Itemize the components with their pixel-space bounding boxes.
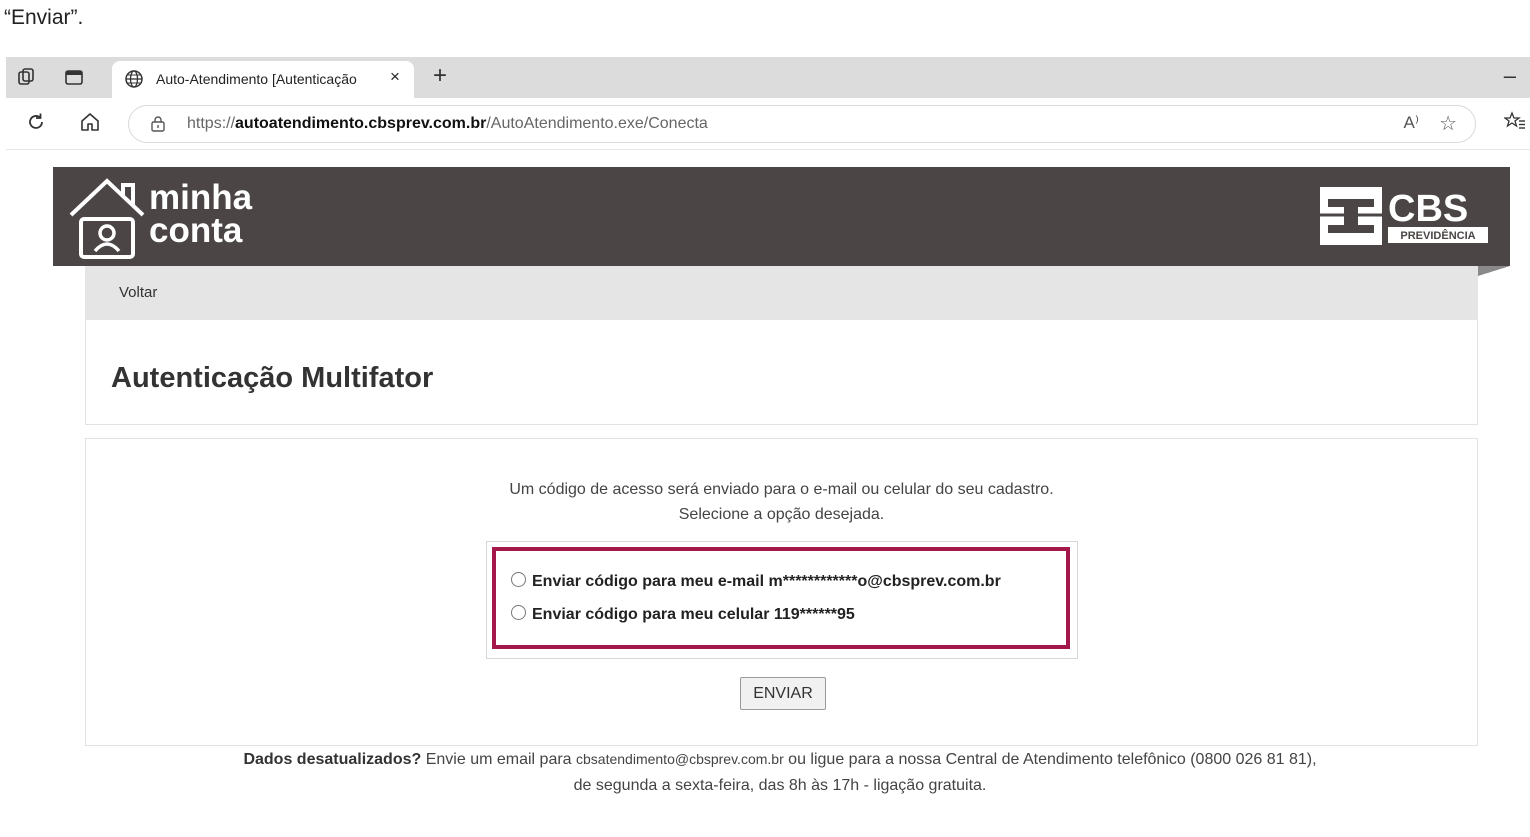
back-link[interactable]: Voltar [119,284,157,301]
home-icon[interactable] [78,111,102,135]
url-domain: autoatendimento.cbsprev.com.br [235,115,487,132]
url-text: https://autoatendimento.cbsprev.com.br/A… [187,115,708,132]
read-aloud-icon[interactable]: A⁾ [1403,113,1419,133]
mfa-form: Um código de acesso será enviado para o … [85,438,1478,746]
page-title: Autenticação Multifator [111,362,434,394]
document-text-fragment: “Enviar”. [0,0,1530,40]
favorites-list-icon[interactable] [1503,110,1526,138]
footer-line1: Dados desatualizados? Envie um email par… [0,751,1530,769]
minha-conta-logo[interactable]: minha conta [149,178,253,250]
url-input[interactable]: https://autoatendimento.cbsprev.com.br/A… [128,105,1476,143]
footer-text-1: Envie um email para [421,751,577,768]
email-radio[interactable] [511,572,526,587]
footer-text-2: ou ligue para a nossa Central de Atendim… [783,751,1317,768]
footer-question: Dados desatualizados? [243,751,422,768]
footer-line2: de segunda a sexta-feira, das 8h às 17h … [573,777,987,794]
cbs-previdencia-logo: CBS PREVIDÊNCIA [1320,187,1488,245]
email-option[interactable]: Enviar código para meu e-mail m*********… [511,572,1001,591]
back-bar: Voltar [85,266,1478,320]
reload-icon[interactable] [24,111,48,135]
workspaces-icon[interactable] [16,67,36,87]
globe-icon [125,70,143,88]
brand-name: CBS [1388,188,1468,230]
browser-address-bar: https://autoatendimento.cbsprev.com.br/A… [6,98,1530,150]
sms-option-label: Enviar código para meu celular 119******… [532,606,855,623]
send-button[interactable]: ENVIAR [740,677,826,710]
minimize-button[interactable]: – [1504,63,1516,89]
browser-tab-bar: Auto-Atendimento [Autenticação × + – [6,57,1530,98]
tab-title: Auto-Atendimento [Autenticação [156,71,357,87]
tab-actions-icon[interactable] [64,67,84,87]
close-tab-icon[interactable]: × [384,67,406,87]
document-text: “Enviar”. [4,6,84,29]
footer-email-link[interactable]: cbsatendimento@cbsprev.com.br [576,751,784,767]
header-shadow [1478,266,1510,276]
highlight-box [492,547,1070,649]
intro-text-line1: Um código de acesso será enviado para o … [509,481,1054,498]
title-section: Autenticação Multifator [85,320,1478,425]
options-panel: Enviar código para meu e-mail m*********… [486,541,1078,659]
new-tab-button[interactable]: + [426,62,454,90]
logo-line1: minha [149,178,253,217]
sms-option[interactable]: Enviar código para meu celular 119******… [511,605,855,624]
intro-text-line2: Selecione a opção desejada. [678,506,885,523]
house-user-logo-icon[interactable] [65,173,149,261]
site-header: minha conta CBS PREVIDÊNCIA [53,167,1510,266]
logo-line2: conta [149,211,243,250]
lock-icon[interactable] [149,115,167,133]
favorite-star-icon[interactable]: ☆ [1439,111,1457,136]
sms-radio[interactable] [511,605,526,620]
tab-autoatendimento[interactable]: Auto-Atendimento [Autenticação × [112,61,414,98]
email-option-label: Enviar código para meu e-mail m*********… [532,573,1001,590]
brand-sub: PREVIDÊNCIA [1400,229,1475,242]
